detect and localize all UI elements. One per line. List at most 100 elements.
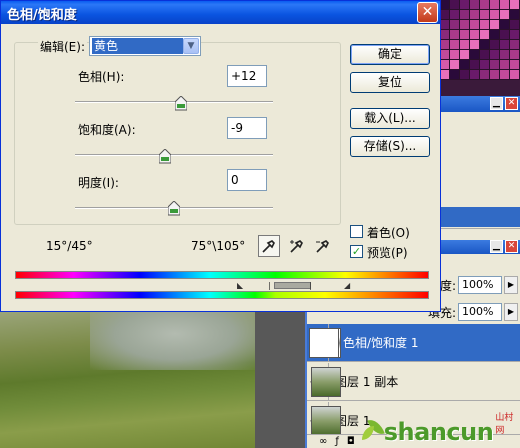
color-swatch[interactable] <box>510 70 520 80</box>
color-swatch[interactable] <box>450 30 460 40</box>
color-swatch[interactable] <box>490 30 500 40</box>
color-swatch[interactable] <box>510 40 520 50</box>
color-swatch[interactable] <box>510 50 520 60</box>
color-swatch[interactable] <box>470 0 480 10</box>
ok-button[interactable]: 确定 <box>350 44 430 65</box>
color-swatch[interactable] <box>500 0 510 10</box>
color-swatch[interactable] <box>490 70 500 80</box>
range-handle-left[interactable]: ◣ <box>237 281 243 290</box>
color-swatch[interactable] <box>470 30 480 40</box>
color-swatch[interactable] <box>460 20 470 30</box>
color-swatch[interactable] <box>480 0 490 10</box>
color-swatch[interactable] <box>460 10 470 20</box>
color-swatch[interactable] <box>470 40 480 50</box>
range-handle-inner-left[interactable]: | <box>268 281 273 290</box>
preview-checkbox[interactable]: ✓ <box>350 245 363 258</box>
color-swatch[interactable] <box>510 30 520 40</box>
layer-style-icon[interactable]: ƒ <box>335 435 339 448</box>
color-swatch[interactable] <box>490 60 500 70</box>
color-swatch[interactable] <box>460 70 470 80</box>
color-swatch[interactable] <box>450 20 460 30</box>
color-swatch[interactable] <box>460 40 470 50</box>
hue-slider-thumb[interactable] <box>174 96 187 111</box>
color-swatch[interactable] <box>450 60 460 70</box>
color-swatch[interactable] <box>510 60 520 70</box>
color-swatch[interactable] <box>440 40 450 50</box>
colorize-checkbox[interactable] <box>350 225 363 238</box>
panel-titlebar[interactable]: ▁ ✕ <box>440 96 520 112</box>
color-swatch[interactable] <box>470 50 480 60</box>
color-swatch[interactable] <box>450 40 460 50</box>
color-range-bar[interactable]: ◣ | | ◢ <box>15 281 429 290</box>
color-swatch[interactable] <box>500 70 510 80</box>
color-swatch[interactable] <box>460 50 470 60</box>
color-swatch[interactable] <box>470 70 480 80</box>
color-swatch[interactable] <box>490 10 500 20</box>
saturation-slider-track[interactable] <box>75 154 273 156</box>
eyedropper-minus-icon[interactable] <box>312 235 334 257</box>
color-swatch[interactable] <box>440 60 450 70</box>
color-swatch[interactable] <box>470 20 480 30</box>
color-swatch[interactable] <box>440 30 450 40</box>
color-swatch[interactable] <box>500 30 510 40</box>
color-swatch[interactable] <box>450 70 460 80</box>
color-swatch[interactable] <box>440 10 450 20</box>
range-handle-inner-right[interactable]: | <box>309 281 314 290</box>
minimize-icon[interactable]: ▁ <box>490 97 503 110</box>
swatches-panel[interactable] <box>440 0 520 96</box>
color-swatch[interactable] <box>480 40 490 50</box>
color-swatch[interactable] <box>440 20 450 30</box>
color-swatch[interactable] <box>490 40 500 50</box>
saturation-slider-thumb[interactable] <box>159 149 172 164</box>
dialog-titlebar[interactable]: 色相/饱和度 ✕ <box>1 1 440 24</box>
side-panel-selected-row[interactable] <box>440 207 520 227</box>
color-swatch[interactable] <box>500 60 510 70</box>
eyedropper-icon[interactable] <box>258 235 280 257</box>
color-swatch[interactable] <box>480 50 490 60</box>
color-swatch[interactable] <box>500 50 510 60</box>
color-swatch[interactable] <box>470 60 480 70</box>
lightness-slider-thumb[interactable] <box>168 201 180 216</box>
chevron-down-icon[interactable]: ▼ <box>183 38 199 54</box>
color-swatch[interactable] <box>500 40 510 50</box>
mask-icon[interactable]: ◘ <box>347 435 355 448</box>
fill-field[interactable]: 100% <box>458 303 502 321</box>
color-swatch[interactable] <box>460 60 470 70</box>
hue-input[interactable]: +12 <box>227 65 267 87</box>
color-swatch[interactable] <box>510 20 520 30</box>
close-icon[interactable]: ✕ <box>505 240 518 253</box>
edit-select[interactable]: 黄色 ▼ <box>89 36 201 56</box>
link-layers-icon[interactable]: ∞ <box>319 435 327 448</box>
save-button[interactable]: 存储(S)... <box>350 136 430 157</box>
color-swatch[interactable] <box>510 10 520 20</box>
color-swatch[interactable] <box>440 0 450 10</box>
color-swatch[interactable] <box>490 0 500 10</box>
color-swatch[interactable] <box>450 50 460 60</box>
eyedropper-plus-icon[interactable] <box>286 235 308 257</box>
close-icon[interactable]: ✕ <box>505 97 518 110</box>
color-swatch[interactable] <box>490 20 500 30</box>
range-handle-right[interactable]: ◢ <box>344 281 350 290</box>
chevron-right-icon[interactable]: ▶ <box>504 303 518 321</box>
lightness-input[interactable]: 0 <box>227 169 267 191</box>
color-swatch[interactable] <box>480 70 490 80</box>
color-swatch[interactable] <box>470 10 480 20</box>
color-swatch[interactable] <box>460 30 470 40</box>
reset-button[interactable]: 复位 <box>350 72 430 93</box>
color-swatch[interactable] <box>450 0 460 10</box>
layer-row[interactable]: 👁 图层 1 副本 <box>307 362 520 401</box>
color-swatch[interactable] <box>480 20 490 30</box>
color-swatch[interactable] <box>480 60 490 70</box>
minimize-icon[interactable]: ▁ <box>490 240 503 253</box>
color-swatch[interactable] <box>500 20 510 30</box>
saturation-input[interactable]: -9 <box>227 117 267 139</box>
layer-row[interactable]: 👁 ⛓ 色相/饱和度 1 <box>307 323 520 362</box>
color-swatch[interactable] <box>490 50 500 60</box>
color-swatch[interactable] <box>480 30 490 40</box>
opacity-field[interactable]: 100% <box>458 276 502 294</box>
close-button[interactable]: ✕ <box>417 2 438 23</box>
color-swatch[interactable] <box>440 70 450 80</box>
color-swatch[interactable] <box>480 10 490 20</box>
color-swatch[interactable] <box>440 50 450 60</box>
image-canvas[interactable] <box>0 310 305 448</box>
